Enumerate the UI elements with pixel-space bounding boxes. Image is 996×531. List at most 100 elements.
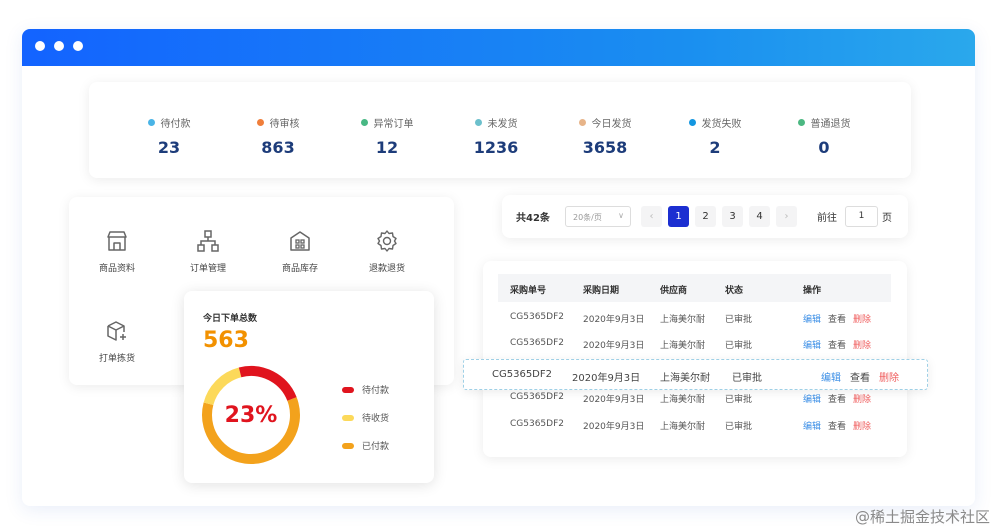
stat-label: 异常订单 (373, 119, 414, 130)
cell-date: 2020年9月3日 (583, 315, 645, 325)
stat-shipped-today[interactable]: 今日发货 3658 (550, 115, 660, 157)
legend-item-pending-payment: 待付款 (342, 383, 389, 396)
page-button-1[interactable]: 1 (668, 206, 689, 227)
stat-label: 未发货 (487, 119, 518, 130)
stat-normal-returns[interactable]: 普通退货 0 (769, 115, 879, 157)
column-header-status[interactable]: 状态 (725, 283, 743, 296)
shortcut-order-management[interactable]: 订单管理 (173, 229, 243, 274)
goto-label: 前往 (817, 213, 837, 224)
next-page-button[interactable]: › (776, 206, 797, 227)
column-header-supplier[interactable]: 供应商 (660, 283, 687, 296)
legend-item-awaiting-receipt: 待收货 (342, 411, 389, 424)
settings-gear-icon (377, 230, 397, 252)
view-link[interactable]: 查看 (828, 392, 846, 405)
stat-label: 普通退货 (810, 119, 851, 130)
orders-card-title: 今日下单总数 (203, 314, 258, 324)
stat-abnormal-orders[interactable]: 异常订单 12 (332, 115, 442, 157)
goto-page-input[interactable]: 1 (845, 206, 878, 227)
edit-link[interactable]: 编辑 (803, 392, 821, 405)
stat-label: 待审核 (269, 119, 300, 130)
edit-link[interactable]: 编辑 (803, 338, 821, 351)
close-dot[interactable] (35, 41, 45, 51)
page-suffix-label: 页 (882, 213, 892, 224)
hierarchy-icon (197, 230, 219, 252)
cell-status: 已审批 (725, 395, 753, 405)
watermark: @稀土掘金技术社区 (854, 508, 990, 526)
stat-shipping-failed[interactable]: 发货失败 2 (660, 115, 770, 157)
shortcut-inventory[interactable]: 商品库存 (265, 229, 335, 274)
stat-value: 23 (157, 138, 181, 157)
title-bar (22, 29, 975, 66)
store-icon (107, 231, 127, 251)
shortcut-refunds-returns[interactable]: 退款退货 (352, 229, 422, 274)
order-stats-card: 待付款 23 待审核 863 异常订单 12 未发货 1236 今日发货 365… (89, 82, 911, 178)
delete-link[interactable]: 删除 (879, 369, 899, 384)
shortcut-product-info[interactable]: 商品资料 (82, 229, 152, 274)
cell-status: 已审批 (725, 341, 753, 351)
view-link[interactable]: 查看 (828, 338, 846, 351)
total-count: 共42条 (516, 213, 550, 224)
legend-swatch (342, 442, 354, 449)
status-dot-icon (578, 119, 586, 126)
status-dot-icon (688, 119, 696, 126)
delete-link[interactable]: 删除 (853, 338, 871, 351)
status-dot-icon (256, 119, 264, 126)
cell-order-id: CG5365DF2 (510, 312, 564, 322)
stat-value: 12 (375, 138, 399, 157)
view-link[interactable]: 查看 (828, 419, 846, 432)
legend-label: 已付款 (362, 442, 390, 452)
edit-link[interactable]: 编辑 (821, 369, 841, 384)
delete-link[interactable]: 删除 (853, 312, 871, 325)
page-size-value: 20条/页 (573, 213, 602, 222)
shortcut-label: 打单拣货 (98, 354, 135, 364)
legend-label: 待付款 (362, 386, 390, 396)
stat-label: 今日发货 (591, 119, 632, 130)
shortcut-label: 订单管理 (189, 264, 226, 274)
table-header: 采购单号 采购日期 供应商 状态 操作 (498, 274, 891, 302)
cell-supplier: 上海美尔耐 (660, 373, 710, 384)
view-link[interactable]: 查看 (828, 312, 846, 325)
warehouse-icon (290, 231, 310, 251)
stat-not-shipped[interactable]: 未发货 1236 (441, 115, 551, 157)
shortcut-label: 商品库存 (281, 264, 318, 274)
cell-date: 2020年9月3日 (583, 341, 645, 351)
page-button-4[interactable]: 4 (749, 206, 770, 227)
delete-link[interactable]: 删除 (853, 419, 871, 432)
shortcut-print-picking[interactable]: 打单拣货 (82, 319, 152, 364)
prev-page-button[interactable]: ‹ (641, 206, 662, 227)
delete-link[interactable]: 删除 (853, 392, 871, 405)
today-orders-card: 今日下单总数 563 23% 待付款 待收货 已付款 (184, 291, 434, 483)
minimize-dot[interactable] (54, 41, 64, 51)
edit-link[interactable]: 编辑 (803, 419, 821, 432)
stat-pending-payment[interactable]: 待付款 23 (114, 115, 224, 157)
table-row-highlighted[interactable]: CG5365DF2 2020年9月3日 上海美尔耐 已审批 编辑 查看 删除 (463, 359, 928, 390)
cell-status: 已审批 (725, 422, 753, 432)
table-row[interactable]: CG5365DF2 2020年9月3日 上海美尔耐 已审批 编辑 查看 删除 (498, 331, 891, 357)
legend-label: 待收货 (362, 414, 390, 424)
cell-supplier: 上海美尔耐 (660, 341, 706, 351)
maximize-dot[interactable] (73, 41, 83, 51)
column-header-date[interactable]: 采购日期 (583, 283, 619, 296)
column-header-order-id[interactable]: 采购单号 (510, 283, 546, 296)
status-dot-icon (474, 119, 482, 126)
stat-value: 1236 (473, 138, 519, 157)
page-size-select[interactable]: 20条/页 ∨ (565, 206, 631, 227)
view-link[interactable]: 查看 (850, 369, 870, 384)
cell-order-id: CG5365DF2 (492, 369, 552, 380)
stat-label: 发货失败 (701, 119, 742, 130)
stat-label: 待付款 (160, 119, 191, 130)
column-header-actions: 操作 (803, 286, 822, 296)
page-button-3[interactable]: 3 (722, 206, 743, 227)
stat-pending-review[interactable]: 待审核 863 (223, 115, 333, 157)
table-row[interactable]: CG5365DF2 2020年9月3日 上海美尔耐 已审批 编辑 查看 删除 (498, 305, 891, 331)
cell-supplier: 上海美尔耐 (660, 315, 706, 325)
window-controls (35, 41, 83, 51)
table-row[interactable]: CG5365DF2 2020年9月3日 上海美尔耐 已审批 编辑 查看 删除 (498, 412, 891, 438)
page-button-2[interactable]: 2 (695, 206, 716, 227)
cell-supplier: 上海美尔耐 (660, 422, 706, 432)
edit-link[interactable]: 编辑 (803, 312, 821, 325)
cell-supplier: 上海美尔耐 (660, 395, 706, 405)
status-dot-icon (797, 119, 805, 126)
shortcut-label: 商品资料 (98, 264, 135, 274)
status-dot-icon (147, 119, 155, 126)
